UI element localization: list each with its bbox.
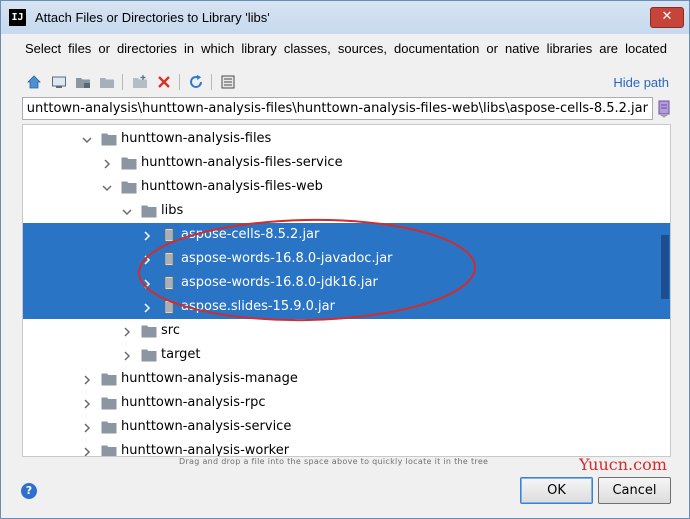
tree-row-folder[interactable]: hunttown-analysis-files-service [23, 151, 670, 175]
tree-row-label: target [161, 347, 201, 362]
folder-icon [121, 180, 137, 194]
chevron-down-icon[interactable] [81, 133, 93, 145]
tree-row-label: hunttown-analysis-files-web [141, 179, 323, 194]
folder-icon [141, 348, 157, 362]
tree-row-folder[interactable]: hunttown-analysis-service [23, 415, 670, 439]
chevron-down-icon[interactable] [101, 181, 113, 193]
refresh-icon[interactable] [187, 73, 205, 91]
toolbar-separator [211, 74, 212, 90]
chevron-down-icon[interactable] [121, 205, 133, 217]
tree-row-folder[interactable]: target [23, 343, 670, 367]
tree-row-label: hunttown-analysis-files-service [141, 155, 343, 170]
dialog-description: Select files or directories in which lib… [25, 41, 667, 56]
tree-scrollbar-thumb[interactable] [661, 235, 669, 299]
tree-row-jar[interactable]: aspose-words-16.8.0-jdk16.jar [23, 271, 670, 295]
project-icon[interactable] [74, 73, 92, 91]
tree-row-label: hunttown-analysis-files [121, 131, 272, 146]
tree-row-folder[interactable]: hunttown-analysis-files-web [23, 175, 670, 199]
folder-icon [121, 156, 137, 170]
tree-row-label: hunttown-analysis-service [121, 419, 292, 434]
folder-icon [101, 132, 117, 146]
tree-row-label: hunttown-analysis-rpc [121, 395, 266, 410]
chevron-right-icon[interactable] [141, 229, 153, 241]
intellij-app-icon: IJ [9, 9, 26, 26]
jar-file-icon [161, 276, 177, 290]
tree-row-label: aspose-words-16.8.0-javadoc.jar [181, 251, 393, 266]
tree-row-jar[interactable]: aspose.slides-15.9.0.jar [23, 295, 670, 319]
title-bar: IJ Attach Files or Directories to Librar… [1, 1, 689, 34]
dialog-window: IJ Attach Files or Directories to Librar… [0, 0, 690, 519]
tree-row-label: hunttown-analysis-worker [121, 443, 290, 457]
cancel-button[interactable]: Cancel [598, 477, 671, 504]
desktop-icon[interactable] [50, 73, 68, 91]
chevron-right-icon[interactable] [141, 277, 153, 289]
chevron-right-icon[interactable] [81, 445, 93, 456]
ok-button[interactable]: OK [520, 477, 593, 504]
chevron-right-icon[interactable] [81, 373, 93, 385]
chevron-right-icon[interactable] [121, 349, 133, 361]
tree-row-label: aspose.slides-15.9.0.jar [181, 299, 335, 314]
toolbar-separator [179, 74, 180, 90]
help-icon[interactable]: ? [21, 483, 37, 499]
tree-row-label: hunttown-analysis-manage [121, 371, 298, 386]
tree-row-folder[interactable]: libs [23, 199, 670, 223]
jar-file-icon [161, 252, 177, 266]
tree-row-label: src [161, 323, 180, 338]
tree-row-label: aspose-cells-8.5.2.jar [181, 227, 320, 242]
folder-icon [141, 204, 157, 218]
folder-icon [141, 324, 157, 338]
close-button[interactable]: ✕ [650, 7, 684, 28]
tree-row-folder[interactable]: hunttown-analysis-manage [23, 367, 670, 391]
hide-path-link[interactable]: Hide path [613, 75, 669, 90]
folder-icon [101, 396, 117, 410]
chevron-right-icon[interactable] [141, 253, 153, 265]
delete-icon[interactable] [155, 73, 173, 91]
window-title: Attach Files or Directories to Library '… [35, 10, 270, 25]
chevron-right-icon[interactable] [81, 397, 93, 409]
watermark-text: Yuucn.com [579, 455, 667, 474]
jar-file-icon [161, 228, 177, 242]
file-tree[interactable]: hunttown-analysis-files hunttown-analysis… [22, 124, 671, 457]
tree-row-jar[interactable]: aspose-cells-8.5.2.jar [23, 223, 670, 247]
tree-row-folder[interactable]: src [23, 319, 670, 343]
file-chooser-toolbar: Hide path [21, 71, 671, 95]
chevron-right-icon[interactable] [101, 157, 113, 169]
home-icon[interactable] [25, 73, 43, 91]
module-icon[interactable] [98, 73, 116, 91]
toolbar-separator [122, 74, 123, 90]
tree-row-jar[interactable]: aspose-words-16.8.0-javadoc.jar [23, 247, 670, 271]
chevron-right-icon[interactable] [81, 421, 93, 433]
new-folder-icon[interactable] [131, 73, 149, 91]
tree-row-folder[interactable]: hunttown-analysis-worker [23, 439, 670, 457]
path-input[interactable] [23, 98, 652, 119]
chevron-right-icon[interactable] [141, 301, 153, 313]
folder-icon [101, 420, 117, 434]
tree-row-label: libs [161, 203, 184, 218]
path-history-icon[interactable] [657, 100, 671, 118]
tree-row-folder[interactable]: hunttown-analysis-rpc [23, 391, 670, 415]
tree-row-folder[interactable]: hunttown-analysis-files [23, 127, 670, 151]
drag-drop-hint: Drag and drop a file into the space abov… [179, 457, 489, 466]
folder-icon [101, 444, 117, 456]
chevron-right-icon[interactable] [121, 325, 133, 337]
path-field[interactable] [22, 97, 653, 120]
jar-file-icon [161, 300, 177, 314]
folder-icon [101, 372, 117, 386]
tree-row-label: aspose-words-16.8.0-jdk16.jar [181, 275, 378, 290]
show-hidden-icon[interactable] [219, 73, 237, 91]
